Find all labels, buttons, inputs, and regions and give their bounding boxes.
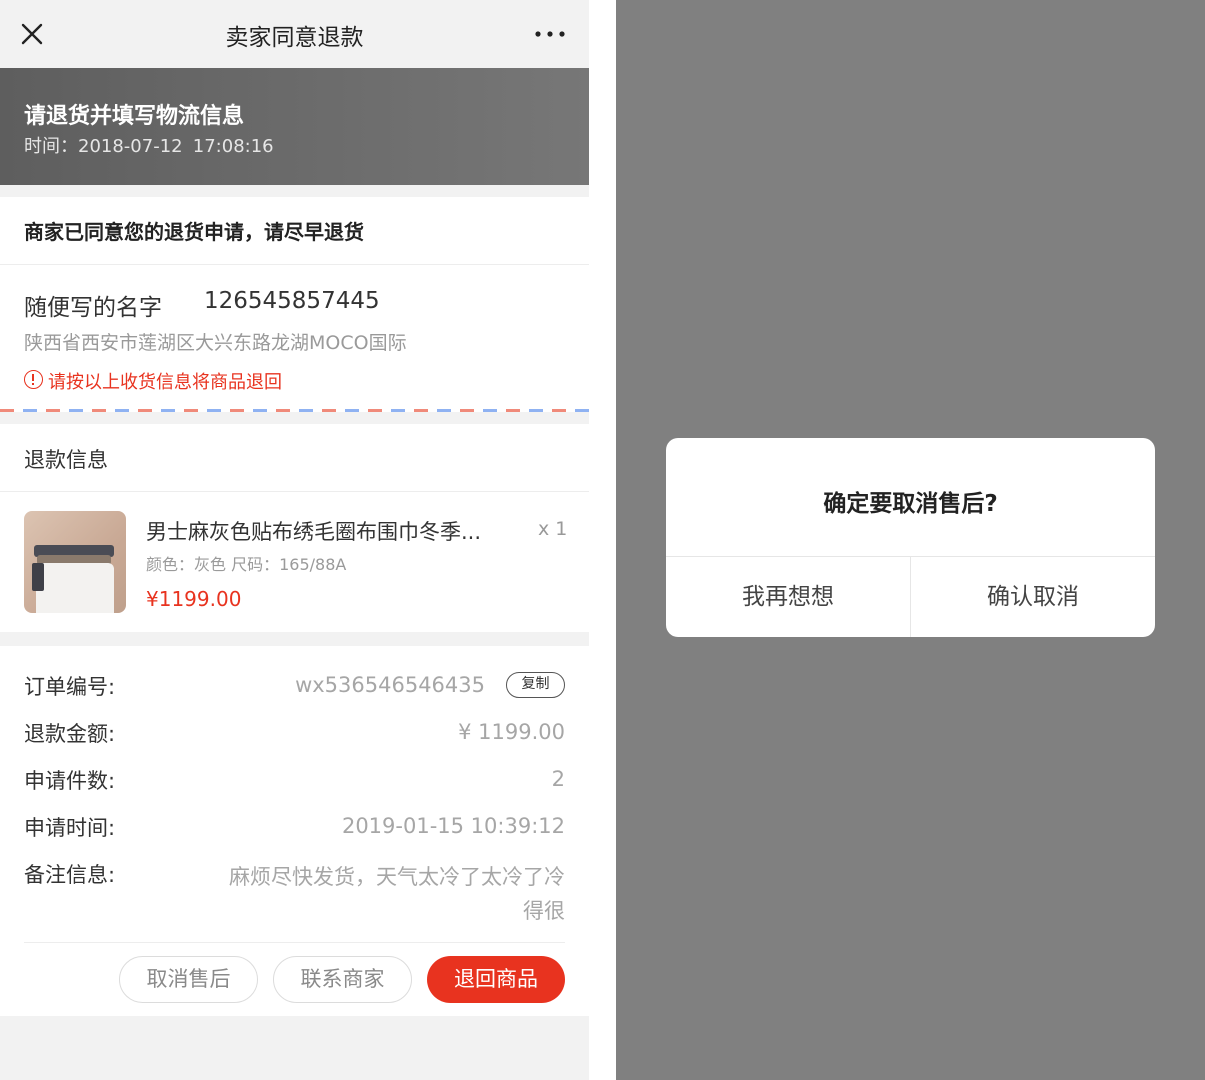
status-title: 请退货并填写物流信息 [24,104,245,129]
apply-count-label: 申请件数: [24,769,116,793]
section-gap [0,632,589,646]
refund-info-heading: 退款信息 [24,448,108,472]
warning-icon [24,370,43,389]
divider [24,942,565,943]
cancel-aftersale-button[interactable]: 取消售后 [119,956,258,1003]
section-gap [0,412,589,424]
remark-label: 备注信息: [24,863,116,887]
receiver-phone: 126545857445 [204,288,380,314]
confirm-cancel-button[interactable]: 确认取消 [911,557,1155,637]
thumbnail-cloth-drape [32,563,44,591]
status-time: 时间：2018-07-12 17:08:16 [24,132,274,158]
notice-text: 商家已同意您的退货申请，请尽早退货 [24,220,364,244]
apply-count-value: 2 [551,767,565,791]
contact-seller-button[interactable]: 联系商家 [273,956,412,1003]
apply-time-value: 2019-01-15 10:39:12 [341,814,565,838]
modal-overlay[interactable]: 确定要取消售后? 我再想想 确认取消 [616,0,1205,1080]
product-quantity: x 1 [538,518,568,540]
refund-amount-label: 退款金额: [24,722,116,746]
refund-detail-screen: 卖家同意退款 请退货并填写物流信息 时间：2018-07-12 17:08:16… [0,0,589,1080]
status-time-date: 时间：2018-07-12 [24,136,183,157]
product-thumbnail[interactable] [24,511,126,613]
dialog-title: 确定要取消售后? [823,491,998,517]
return-goods-button[interactable]: 退回商品 [427,956,565,1003]
refund-amount-value: ¥ 1199.00 [458,720,565,744]
nav-bar: 卖家同意退款 [0,0,589,68]
thumbnail-pedestal [36,563,114,613]
order-number-value: wx536546546435 [295,673,485,697]
divider [0,264,589,265]
status-time-clock: 17:08:16 [192,136,274,157]
product-spec: 颜色：灰色 尺码：165/88A [146,555,347,574]
receiver-name: 随便写的名字 [24,295,162,321]
receiver-address: 陕西省西安市莲湖区大兴东路龙湖MOCO国际 [24,332,407,354]
more-dots-icon[interactable] [530,22,570,46]
reconsider-button[interactable]: 我再想想 [666,557,910,637]
product-price: ¥1199.00 [146,587,242,611]
product-name[interactable]: 男士麻灰色贴布绣毛圈布围巾冬季... [146,516,496,546]
copy-button[interactable]: 复制 [506,672,565,698]
section-gap [0,185,589,197]
warning-text: 请按以上收货信息将商品退回 [48,372,282,393]
order-number-label: 订单编号: [24,675,116,699]
page-title: 卖家同意退款 [225,25,364,51]
bottom-gap [0,1016,589,1080]
screen-separator [589,0,616,1080]
remark-value: 麻烦尽快发货，天气太冷了太冷了冷得很 [229,865,565,923]
divider [0,491,589,492]
apply-time-label: 申请时间: [24,816,116,840]
status-banner: 请退货并填写物流信息 [0,68,589,185]
confirm-dialog: 确定要取消售后? 我再想想 确认取消 [666,438,1155,637]
